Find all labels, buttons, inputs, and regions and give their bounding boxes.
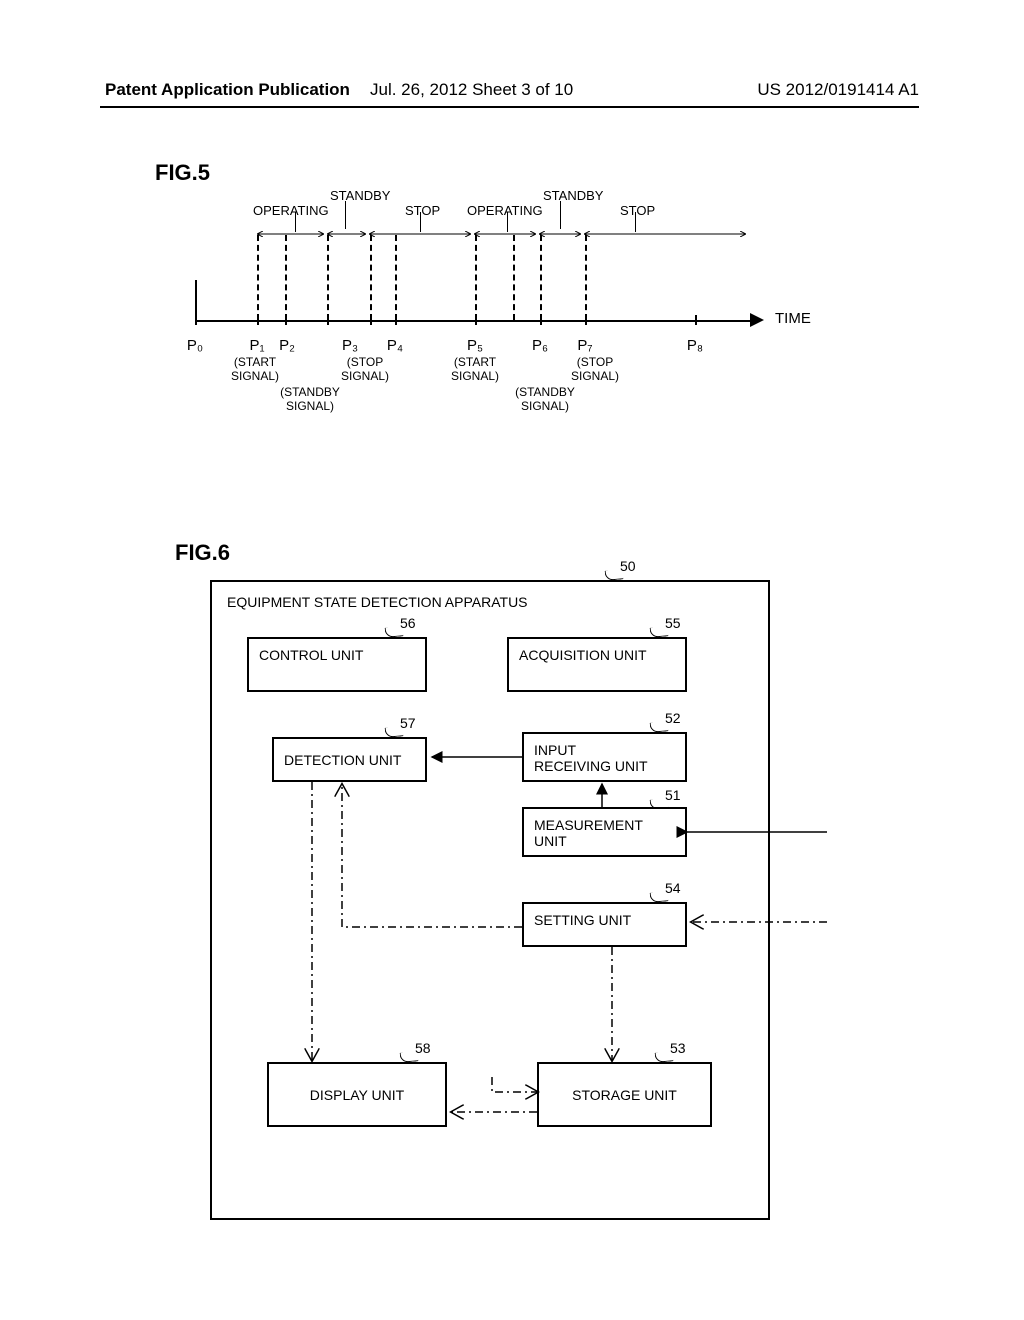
header-center: Jul. 26, 2012 Sheet 3 of 10 [370, 80, 573, 100]
state-operating-1: OPERATING [253, 203, 329, 218]
dashed-line [395, 235, 397, 320]
point-p0: P₀ [187, 337, 203, 354]
point-p3: P₃ [342, 337, 358, 354]
state-stop-2: STOP [620, 203, 655, 218]
point-p4: P₄ [387, 337, 403, 354]
figure-6-label: FIG.6 [175, 540, 230, 566]
tick-mark [475, 315, 477, 325]
tick-mark [540, 315, 542, 325]
dashed-line [370, 235, 372, 320]
dashed-line [475, 235, 477, 320]
dashed-line [585, 235, 587, 320]
figure-5-label: FIG.5 [155, 160, 210, 186]
sublabel-stop-1: (STOP SIGNAL) [341, 355, 389, 383]
point-p1: P₁ [249, 337, 264, 354]
figure-6-diagram: EQUIPMENT STATE DETECTION APPARATUS CONT… [210, 580, 830, 1260]
timeline-arrow-icon [750, 313, 768, 332]
tick-mark [285, 315, 287, 325]
point-p7: P₇ [577, 337, 592, 354]
sublabel-start-1: (START SIGNAL) [231, 355, 279, 383]
state-standby-2: STANDBY [543, 188, 603, 203]
sublabel-stop-2: (STOP SIGNAL) [571, 355, 619, 383]
dashed-line [540, 235, 542, 320]
dashed-line [513, 235, 515, 320]
dashed-line [327, 235, 329, 320]
figure-5-timeline: TIME OPERATING STANDBY STOP OPERATING ST… [195, 195, 875, 495]
sublabel-standby-2: (STANDBY SIGNAL) [515, 385, 575, 413]
state-stop-1: STOP [405, 203, 440, 218]
dashed-line [285, 235, 287, 320]
state-operating-2: OPERATING [467, 203, 543, 218]
outer-box: EQUIPMENT STATE DETECTION APPARATUS CONT… [210, 580, 770, 1220]
tick-mark [695, 315, 697, 325]
header-right: US 2012/0191414 A1 [757, 80, 919, 100]
tick-mark [327, 315, 329, 325]
point-p2: P₂ [279, 337, 295, 354]
connection-lines [212, 582, 832, 1222]
page-header: Patent Application Publication Jul. 26, … [0, 80, 1024, 100]
point-p8: P₈ [687, 337, 703, 354]
header-left: Patent Application Publication [105, 80, 350, 100]
point-p5: P₅ [467, 337, 483, 354]
state-arrows [255, 228, 755, 240]
header-divider [100, 106, 919, 108]
connector-line [560, 201, 561, 229]
state-standby-1: STANDBY [330, 188, 390, 203]
tick-mark [395, 315, 397, 325]
point-p6: P₆ [532, 337, 548, 354]
tick-mark [370, 315, 372, 325]
dashed-line [257, 235, 259, 320]
tick-mark [585, 315, 587, 325]
connector-line [345, 201, 346, 229]
tick-mark [257, 315, 259, 325]
tick-mark [195, 315, 197, 325]
sublabel-standby-1: (STANDBY SIGNAL) [280, 385, 340, 413]
sublabel-start-2: (START SIGNAL) [451, 355, 499, 383]
time-axis-label: TIME [775, 310, 811, 327]
